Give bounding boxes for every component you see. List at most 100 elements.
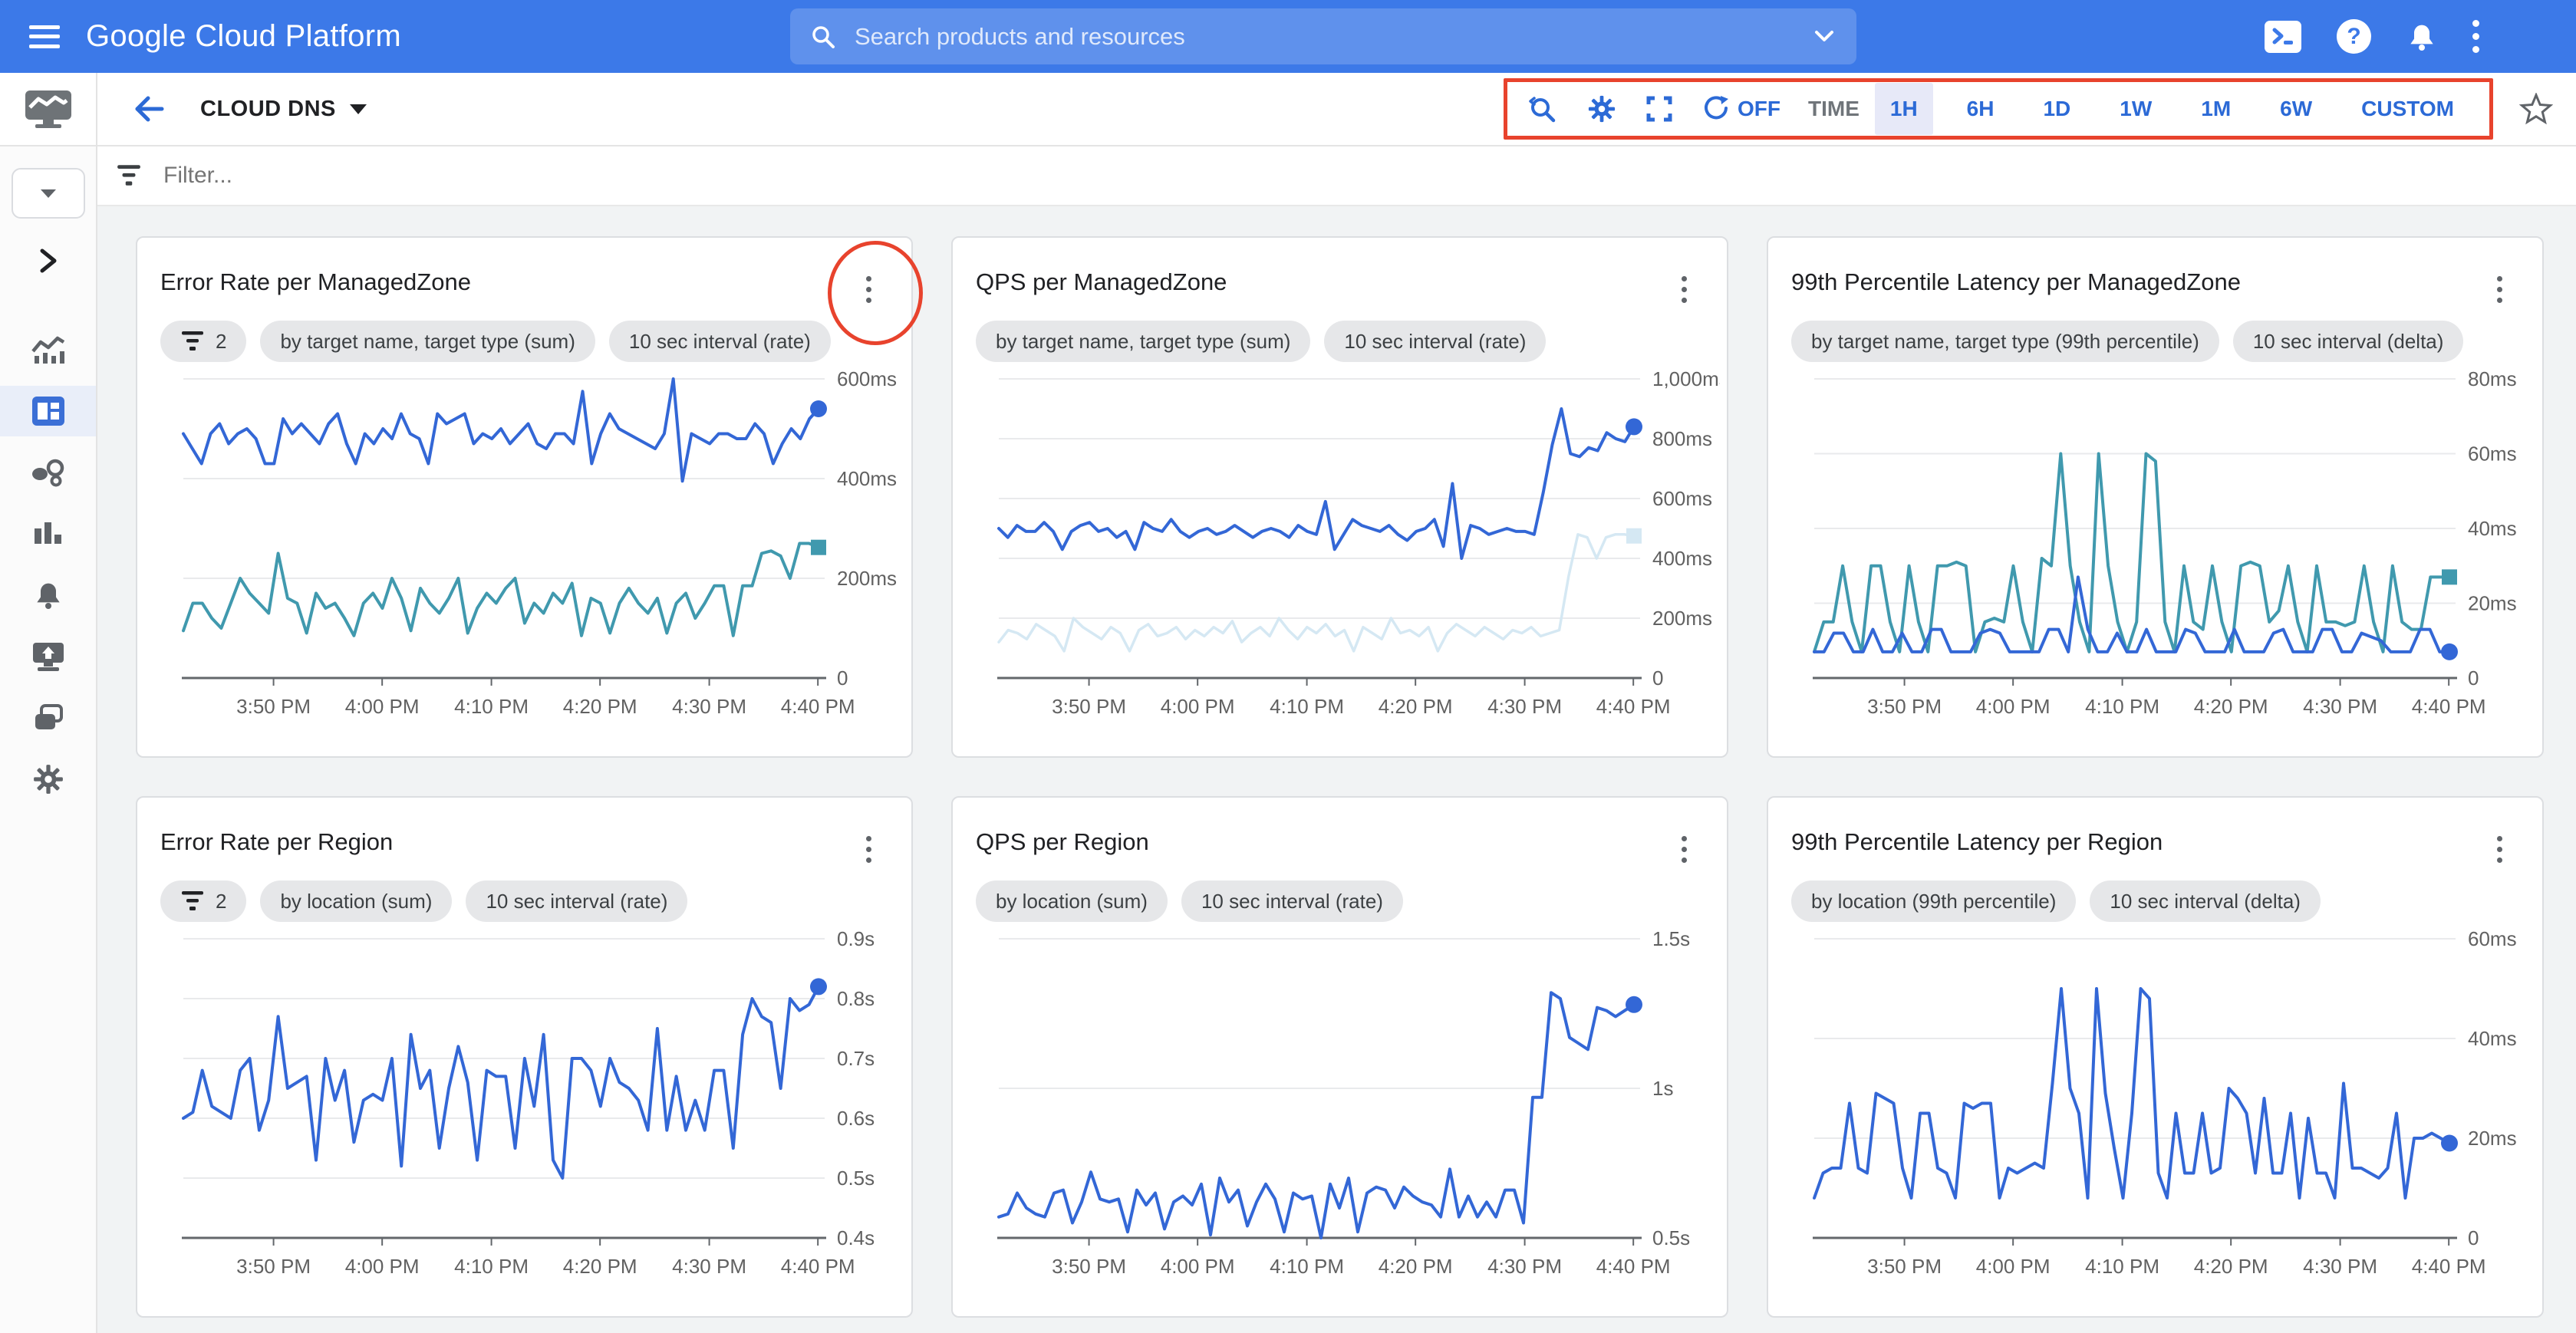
chip[interactable]: 10 sec interval (rate)	[609, 321, 831, 362]
line-chart[interactable]: 0.9s0.8s0.7s0.6s0.5s0.4s3:50 PM4:00 PM4:…	[176, 925, 904, 1285]
chip-row: 2 by target name, target type (sum) 10 sec…	[160, 321, 911, 362]
svg-text:4:10 PM: 4:10 PM	[454, 1255, 529, 1278]
dashboard-title: CLOUD DNS	[200, 97, 336, 122]
dashboard-title-dropdown[interactable]: CLOUD DNS	[200, 97, 367, 122]
svg-text:400ms: 400ms	[1652, 547, 1712, 570]
search-bar[interactable]	[790, 8, 1856, 64]
svg-text:4:00 PM: 4:00 PM	[1976, 1255, 2051, 1278]
caret-down-icon	[350, 104, 367, 114]
line-chart[interactable]: 80ms60ms40ms20ms03:50 PM4:00 PM4:10 PM4:…	[1807, 365, 2535, 726]
help-icon[interactable]: ?	[2337, 19, 2371, 54]
fullscreen-icon[interactable]	[1645, 95, 1673, 123]
back-arrow-icon[interactable]	[130, 92, 166, 126]
time-range-6h[interactable]: 6H	[1952, 83, 2010, 135]
sidebar-item-uptime-checks[interactable]	[0, 631, 96, 682]
filter-bar[interactable]	[97, 146, 2576, 206]
filter-count-chip[interactable]: 2	[160, 880, 246, 922]
chip[interactable]: by target name, target type (sum)	[260, 321, 595, 362]
search-icon	[810, 24, 836, 50]
line-chart[interactable]: 1.5s1s0.5s3:50 PM4:00 PM4:10 PM4:20 PM4:…	[991, 925, 1720, 1285]
svg-text:0.5s: 0.5s	[837, 1167, 875, 1190]
svg-text:3:50 PM: 3:50 PM	[236, 695, 311, 718]
kebab-menu-icon[interactable]	[1678, 833, 1690, 866]
sidebar-item-services[interactable]	[0, 447, 96, 498]
svg-text:40ms: 40ms	[2468, 1027, 2517, 1050]
svg-text:3:50 PM: 3:50 PM	[236, 1255, 311, 1278]
svg-text:0: 0	[837, 666, 848, 690]
time-range-6w[interactable]: 6W	[2265, 83, 2327, 135]
sidebar-item-metrics-explorer[interactable]	[0, 324, 96, 375]
kebab-menu-icon[interactable]	[863, 273, 875, 306]
svg-text:200ms: 200ms	[1652, 607, 1712, 630]
chart-title: QPS per ManagedZone	[976, 268, 1727, 296]
chip-row: by target name, target type (sum) 10 sec …	[976, 321, 1727, 362]
gcp-logo[interactable]: Google Cloud Platform	[86, 19, 401, 54]
svg-text:4:20 PM: 4:20 PM	[563, 1255, 637, 1278]
line-chart[interactable]: 600ms400ms200ms03:50 PM4:00 PM4:10 PM4:2…	[176, 365, 904, 726]
sidebar-item-groups[interactable]	[0, 693, 96, 743]
filter-funnel-icon	[116, 164, 142, 187]
more-vert-icon[interactable]	[2472, 20, 2479, 53]
time-range-1h[interactable]: 1H	[1875, 83, 1933, 135]
svg-text:4:20 PM: 4:20 PM	[2194, 1255, 2268, 1278]
svg-text:60ms: 60ms	[2468, 927, 2517, 950]
filter-count-chip[interactable]: 2	[160, 321, 246, 362]
svg-text:20ms: 20ms	[2468, 1127, 2517, 1150]
zoom-reset-icon[interactable]	[1527, 94, 1558, 124]
filter-input[interactable]	[162, 162, 625, 189]
svg-text:0.7s: 0.7s	[837, 1047, 875, 1070]
chip[interactable]: 10 sec interval (delta)	[2233, 321, 2464, 362]
cloud-shell-icon[interactable]	[2265, 21, 2301, 53]
kebab-menu-icon[interactable]	[2494, 273, 2505, 306]
notifications-bell-icon[interactable]	[2406, 21, 2437, 52]
chip[interactable]: 10 sec interval (rate)	[1324, 321, 1546, 362]
monitoring-logo-icon[interactable]	[0, 73, 96, 146]
kebab-menu-icon[interactable]	[1678, 273, 1690, 306]
chevron-down-icon[interactable]	[1812, 29, 1836, 44]
time-range-1w[interactable]: 1W	[2104, 83, 2167, 135]
chip[interactable]: by location (sum)	[976, 880, 1168, 922]
svg-text:4:10 PM: 4:10 PM	[2085, 1255, 2159, 1278]
svg-text:4:20 PM: 4:20 PM	[1379, 1255, 1453, 1278]
chip[interactable]: 10 sec interval (rate)	[1181, 880, 1403, 922]
time-range-custom[interactable]: CUSTOM	[2346, 83, 2469, 135]
svg-text:80ms: 80ms	[2468, 367, 2517, 390]
favorite-star-icon[interactable]	[2519, 93, 2553, 125]
sidebar-item-settings[interactable]	[0, 754, 96, 805]
svg-text:4:10 PM: 4:10 PM	[454, 695, 529, 718]
svg-text:4:00 PM: 4:00 PM	[1161, 695, 1235, 718]
auto-refresh-toggle[interactable]: OFF	[1702, 94, 1780, 123]
filter-funnel-icon	[180, 890, 205, 912]
expand-chevron-icon[interactable]	[0, 243, 96, 278]
chip[interactable]: by target name, target type (99th percen…	[1791, 321, 2219, 362]
line-chart[interactable]: 1,000ms800ms600ms400ms200ms03:50 PM4:00 …	[991, 365, 1720, 726]
workspace-selector-dropdown[interactable]	[12, 168, 85, 219]
chip[interactable]: by location (99th percentile)	[1791, 880, 2076, 922]
hamburger-menu-icon[interactable]	[29, 25, 60, 48]
chip[interactable]: 10 sec interval (delta)	[2090, 880, 2321, 922]
line-chart[interactable]: 60ms40ms20ms03:50 PM4:00 PM4:10 PM4:20 P…	[1807, 925, 2535, 1285]
chart-card: Error Rate per ManagedZone 2by target na…	[136, 236, 913, 758]
kebab-menu-icon[interactable]	[2494, 833, 2505, 866]
svg-text:0: 0	[2468, 1226, 2479, 1249]
sidebar-item-dashboards[interactable]	[0, 386, 96, 436]
sidebar-item-metrics[interactable]	[0, 509, 96, 559]
time-range-1m[interactable]: 1M	[2186, 83, 2246, 135]
svg-text:40ms: 40ms	[2468, 517, 2517, 540]
svg-text:200ms: 200ms	[837, 567, 897, 590]
chip[interactable]: by location (sum)	[260, 880, 452, 922]
dashboard-toolbar: CLOUD DNS	[97, 73, 2576, 146]
svg-text:1.5s: 1.5s	[1652, 927, 1690, 950]
chip[interactable]: 10 sec interval (rate)	[466, 880, 687, 922]
settings-gear-icon[interactable]	[1587, 94, 1616, 123]
svg-text:4:30 PM: 4:30 PM	[672, 695, 746, 718]
svg-text:4:00 PM: 4:00 PM	[1976, 695, 2051, 718]
time-range-1d[interactable]: 1D	[2028, 83, 2086, 135]
auto-refresh-icon	[1702, 94, 1730, 123]
search-input[interactable]	[853, 22, 1812, 51]
kebab-menu-icon[interactable]	[863, 833, 875, 866]
svg-text:0.9s: 0.9s	[837, 927, 875, 950]
chip[interactable]: by target name, target type (sum)	[976, 321, 1310, 362]
top-app-bar: Google Cloud Platform ?	[0, 0, 2576, 73]
sidebar-item-alerting[interactable]	[0, 570, 96, 620]
